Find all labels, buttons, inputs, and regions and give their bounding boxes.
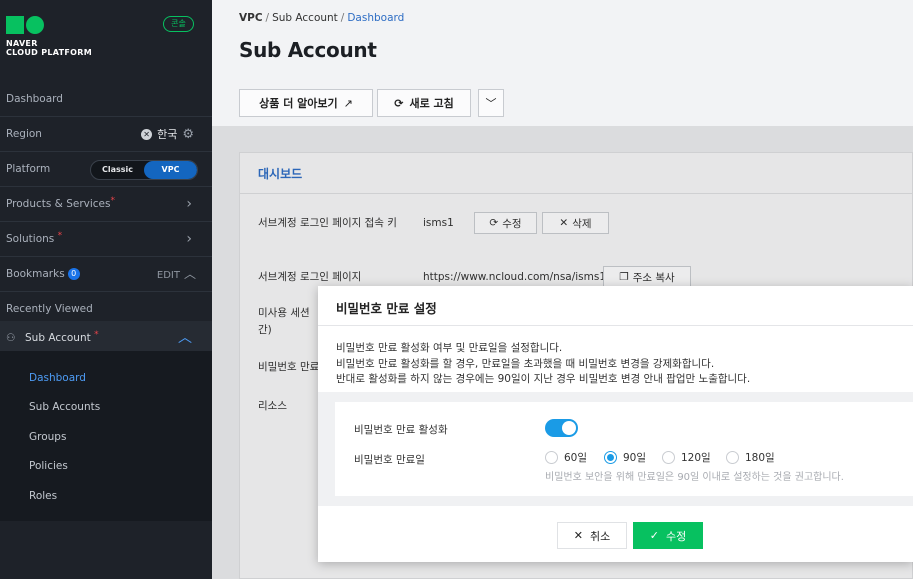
- region-label: Region: [6, 128, 42, 140]
- platform-toggle[interactable]: Classic VPC: [90, 160, 198, 180]
- refresh-button[interactable]: ⟳ 새로 고침: [377, 89, 471, 117]
- chevron-right-icon: ›: [186, 196, 192, 212]
- radio-label: 60일: [564, 452, 588, 464]
- radio-label: 120일: [681, 452, 711, 464]
- confirm-button[interactable]: ✓ 수정: [633, 522, 703, 549]
- logo-text-line2: CLOUD PLATFORM: [6, 48, 92, 57]
- required-mark: *: [57, 231, 63, 241]
- page-title: Sub Account: [239, 38, 377, 62]
- region-value[interactable]: 한국: [157, 117, 177, 152]
- chevron-right-icon: ›: [186, 231, 192, 247]
- required-mark: *: [110, 196, 115, 206]
- subnav-item-roles[interactable]: Roles: [29, 490, 57, 502]
- sidebar-item-dashboard[interactable]: Dashboard: [0, 82, 212, 117]
- sidebar-region-row: Region ✕ 한국 ⚙: [0, 116, 212, 151]
- radio-dot: [662, 451, 675, 464]
- radio-120-days[interactable]: 120일: [662, 450, 711, 465]
- radio-dot: [726, 451, 739, 464]
- radio-dot-selected: [604, 451, 617, 464]
- platform-label: Platform: [6, 163, 51, 175]
- radio-180-days[interactable]: 180일: [726, 450, 775, 465]
- modal-desc-line: 비밀번호 만료 활성화 여부 및 만료일을 설정합니다.: [336, 342, 563, 354]
- cancel-button[interactable]: ✕ 취소: [557, 522, 627, 549]
- chevron-up-icon[interactable]: ︿: [184, 267, 196, 281]
- platform-option-classic[interactable]: Classic: [91, 161, 144, 179]
- gear-icon[interactable]: ⚙: [182, 117, 194, 152]
- console-badge[interactable]: 콘솔: [163, 16, 194, 32]
- sidebar-platform-row: Platform Classic VPC: [0, 151, 212, 186]
- expiry-days-label: 비밀번호 만료일: [354, 454, 425, 466]
- modal-footer: ✕ 취소 ✓ 수정: [318, 506, 913, 562]
- more-dropdown-button[interactable]: ﹀: [478, 89, 504, 117]
- expiry-form: 비밀번호 만료 활성화 비밀번호 만료일 60일 90일 120일 180일 비…: [335, 402, 913, 496]
- breadcrumb-section[interactable]: Sub Account: [272, 12, 338, 24]
- naver-cloud-logo[interactable]: NAVER CLOUD PLATFORM: [6, 16, 92, 57]
- sidebar-item-bookmarks[interactable]: Bookmarks 0 EDIT ︿: [0, 256, 212, 291]
- refresh-icon: ⟳: [394, 96, 404, 110]
- radio-label: 90일: [623, 452, 647, 464]
- learn-more-button[interactable]: 상품 더 알아보기 ↗: [239, 89, 373, 117]
- platform-option-vpc[interactable]: VPC: [144, 161, 197, 179]
- region-clear-icon[interactable]: ✕: [141, 129, 153, 140]
- sidebar-item-products[interactable]: Products & Services* ›: [0, 186, 212, 221]
- enable-expiry-toggle[interactable]: [545, 419, 578, 437]
- sidebar-item-solutions[interactable]: Solutions * ›: [0, 221, 212, 256]
- breadcrumb: VPC / Sub Account / Dashboard: [239, 12, 404, 24]
- password-expiry-modal: 비밀번호 만료 설정 비밀번호 만료 활성화 여부 및 만료일을 설정합니다. …: [318, 286, 913, 562]
- external-link-icon: ↗: [343, 96, 353, 110]
- bookmarks-label: Bookmarks: [6, 268, 65, 280]
- bookmarks-count-badge: 0: [67, 268, 80, 280]
- breadcrumb-separator: /: [265, 12, 270, 24]
- expiry-hint: 비밀번호 보안을 위해 만료일은 90일 이내로 설정하는 것을 권고합니다.: [545, 472, 844, 483]
- breadcrumb-current: Dashboard: [347, 12, 405, 24]
- sub-account-nav: Dashboard Sub Accounts Groups Policies R…: [0, 351, 212, 521]
- close-icon: ✕: [573, 529, 583, 542]
- enable-expiry-label: 비밀번호 만료 활성화: [354, 424, 448, 436]
- page-header: VPC / Sub Account / Dashboard Sub Account 상품…: [212, 0, 913, 126]
- bookmarks-edit-button[interactable]: EDIT: [157, 270, 180, 281]
- radio-90-days[interactable]: 90일: [604, 450, 646, 465]
- logo-text-line1: NAVER: [6, 39, 38, 48]
- radio-dot: [545, 451, 558, 464]
- cancel-label: 취소: [589, 529, 611, 543]
- products-label: Products & Services: [6, 198, 111, 210]
- radio-60-days[interactable]: 60일: [545, 450, 587, 465]
- modal-body: 비밀번호 만료 활성화 비밀번호 만료일 60일 90일 120일 180일 비…: [318, 392, 913, 506]
- modal-title: 비밀번호 만료 설정: [336, 301, 437, 316]
- required-mark: *: [94, 330, 99, 340]
- subnav-item-groups[interactable]: Groups: [29, 431, 66, 443]
- modal-description: 비밀번호 만료 활성화 여부 및 만료일을 설정합니다. 비밀번호 만료 활성화…: [336, 341, 750, 388]
- radio-label: 180일: [745, 452, 775, 464]
- modal-desc-line: 비밀번호 만료 활성화를 할 경우, 만료일을 초과했을 때 비밀번호 변경을 …: [336, 357, 715, 370]
- modal-header: 비밀번호 만료 설정: [318, 286, 913, 326]
- breadcrumb-home[interactable]: VPC: [239, 12, 263, 24]
- modal-desc-line: 반대로 활성화를 하지 않는 경우에는 90일이 지난 경우 비밀번호 변경 안…: [336, 373, 751, 385]
- subnav-item-policies[interactable]: Policies: [29, 460, 68, 472]
- sub-account-label: Sub Account: [25, 332, 91, 344]
- check-icon: ✓: [649, 529, 659, 542]
- breadcrumb-separator: /: [340, 12, 345, 24]
- subnav-item-dashboard[interactable]: Dashboard: [29, 372, 86, 384]
- chevron-down-icon: ﹀: [485, 97, 497, 110]
- confirm-label: 수정: [665, 529, 687, 543]
- learn-more-label: 상품 더 알아보기: [259, 97, 338, 110]
- refresh-label: 새로 고침: [409, 97, 454, 110]
- solutions-label: Solutions: [6, 233, 55, 245]
- sidebar: NAVER CLOUD PLATFORM 콘솔 Dashboard Region…: [0, 0, 212, 579]
- logo-mark-icon: [6, 16, 92, 34]
- subnav-item-sub-accounts[interactable]: Sub Accounts: [29, 401, 100, 413]
